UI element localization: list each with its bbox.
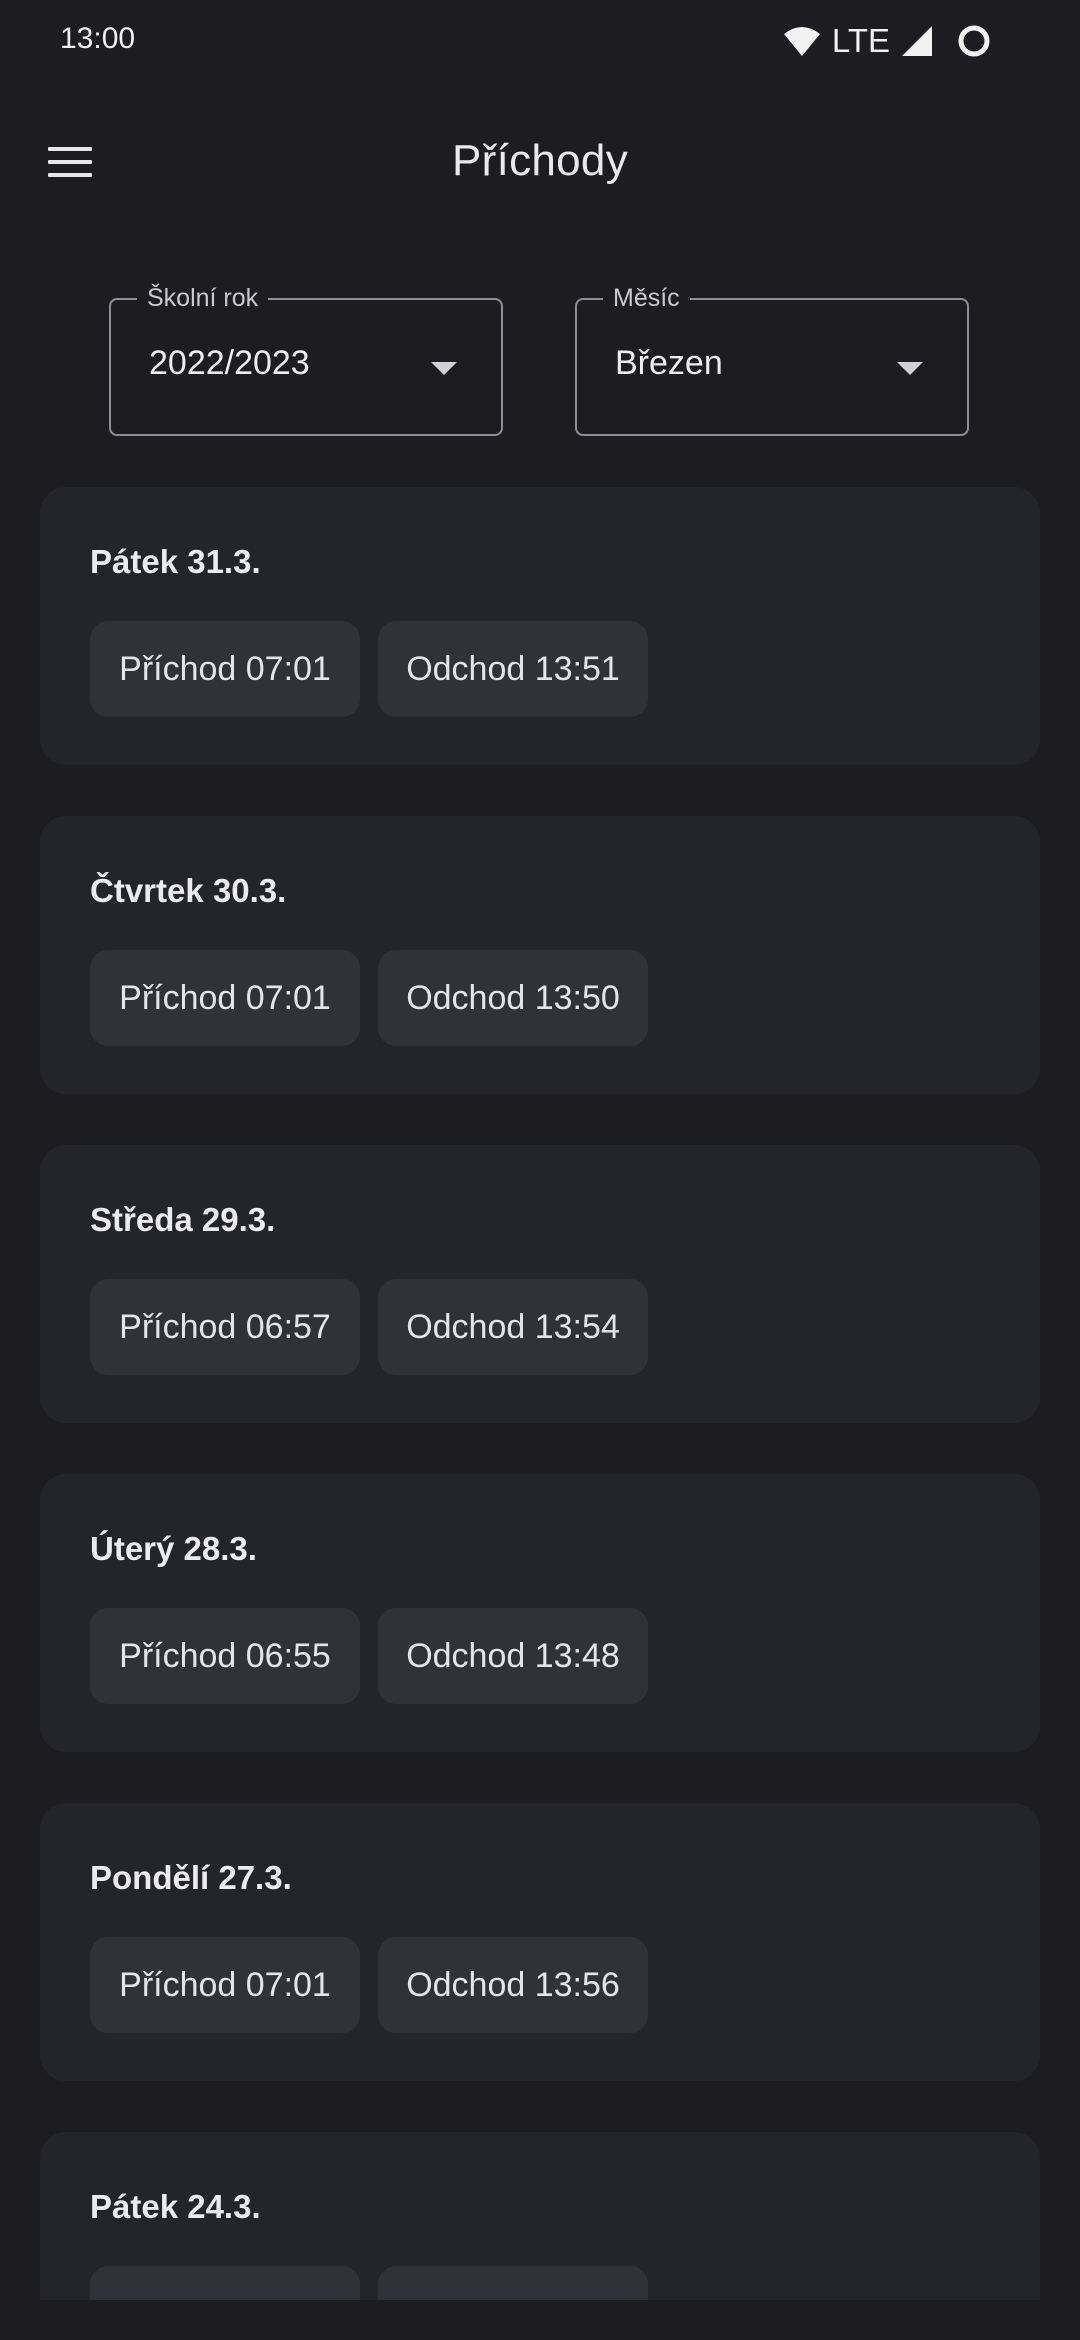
attendance-list[interactable]: Pátek 31.3. Příchod 07:01 Odchod 13:51 Č…	[40, 487, 1040, 2300]
day-date: Středa 29.3.	[90, 1201, 276, 1238]
time-chips: Příchod 06:57 Odchod 13:54	[90, 1279, 648, 1375]
time-chips: Příchod 07:01 Odchod 13:51	[90, 621, 648, 717]
dropdown-arrow-icon	[431, 362, 457, 375]
day-date: Pátek 31.3.	[90, 543, 261, 580]
time-chips: Příchod 07:01 Odchod 13:56	[90, 1937, 648, 2033]
month-select[interactable]: Měsíc Březen	[575, 283, 969, 436]
school-year-value: 2022/2023	[149, 344, 310, 382]
month-label: Měsíc	[603, 283, 690, 313]
arrival-chip: Příchod 06:57	[90, 1279, 360, 1375]
time-chips: Příchod 06:55 Odchod 13:48	[90, 1608, 648, 1704]
page-title: Příchody	[451, 136, 629, 185]
departure-chip	[378, 2266, 648, 2300]
time-chips: Příchod 07:01 Odchod 13:50	[90, 950, 648, 1046]
day-date: Úterý 28.3.	[90, 1530, 257, 1567]
status-bar: 13:00 LTE	[0, 0, 1080, 80]
day-date: Pondělí 27.3.	[90, 1859, 292, 1896]
day-date: Pátek 24.3.	[90, 2188, 261, 2225]
departure-chip: Odchod 13:54	[378, 1279, 648, 1375]
departure-chip: Odchod 13:48	[378, 1608, 648, 1704]
arrival-chip: Příchod 07:01	[90, 1937, 360, 2033]
day-card: Pátek 24.3.	[40, 2132, 1040, 2300]
navigation-bar	[0, 2300, 1080, 2340]
day-card: Středa 29.3. Příchod 06:57 Odchod 13:54	[40, 1145, 1040, 1423]
filters: Školní rok 2022/2023 Měsíc Březen	[0, 283, 1080, 438]
arrival-chip: Příchod 07:01	[90, 950, 360, 1046]
arrival-chip: Příchod 07:01	[90, 621, 360, 717]
day-card: Úterý 28.3. Příchod 06:55 Odchod 13:48	[40, 1474, 1040, 1752]
dropdown-arrow-icon	[897, 362, 923, 375]
school-year-select[interactable]: Školní rok 2022/2023	[109, 283, 503, 436]
month-value: Březen	[615, 344, 723, 382]
day-card: Pátek 31.3. Příchod 07:01 Odchod 13:51	[40, 487, 1040, 765]
day-card: Pondělí 27.3. Příchod 07:01 Odchod 13:56	[40, 1803, 1040, 2081]
school-year-label: Školní rok	[137, 283, 269, 313]
departure-chip: Odchod 13:51	[378, 621, 648, 717]
day-date: Čtvrtek 30.3.	[90, 872, 287, 909]
arrival-chip	[90, 2266, 360, 2300]
wifi-icon	[782, 24, 822, 58]
departure-chip: Odchod 13:56	[378, 1937, 648, 2033]
arrival-chip: Příchod 06:55	[90, 1608, 360, 1704]
day-card: Čtvrtek 30.3. Příchod 07:01 Odchod 13:50	[40, 816, 1040, 1094]
departure-chip: Odchod 13:50	[378, 950, 648, 1046]
time-chips	[90, 2266, 648, 2300]
app-bar: Příchody	[0, 100, 1080, 224]
network-type-label: LTE	[831, 22, 890, 59]
status-time: 13:00	[60, 22, 136, 55]
signal-icon	[900, 24, 934, 58]
status-icons: LTE	[782, 18, 992, 64]
battery-circle-icon	[956, 23, 992, 59]
